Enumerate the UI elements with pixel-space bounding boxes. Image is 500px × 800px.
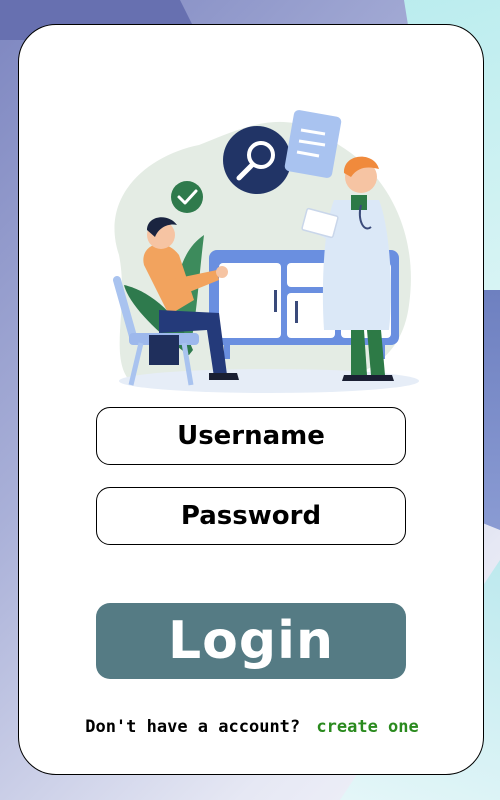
magnifier-icon — [223, 126, 291, 194]
signup-prompt-text: Don't have a account? — [85, 717, 301, 737]
checkmark-icon — [171, 181, 203, 213]
create-account-link[interactable]: create one — [316, 717, 418, 737]
login-card: Username Password Login Don't have a acc… — [18, 24, 484, 775]
username-field[interactable]: Username — [96, 407, 406, 465]
login-button[interactable]: Login — [96, 603, 406, 679]
signup-prompt-row: Don't have a account? create one — [19, 717, 485, 737]
doctor-patient-illustration — [113, 110, 419, 393]
password-field[interactable]: Password — [96, 487, 406, 545]
